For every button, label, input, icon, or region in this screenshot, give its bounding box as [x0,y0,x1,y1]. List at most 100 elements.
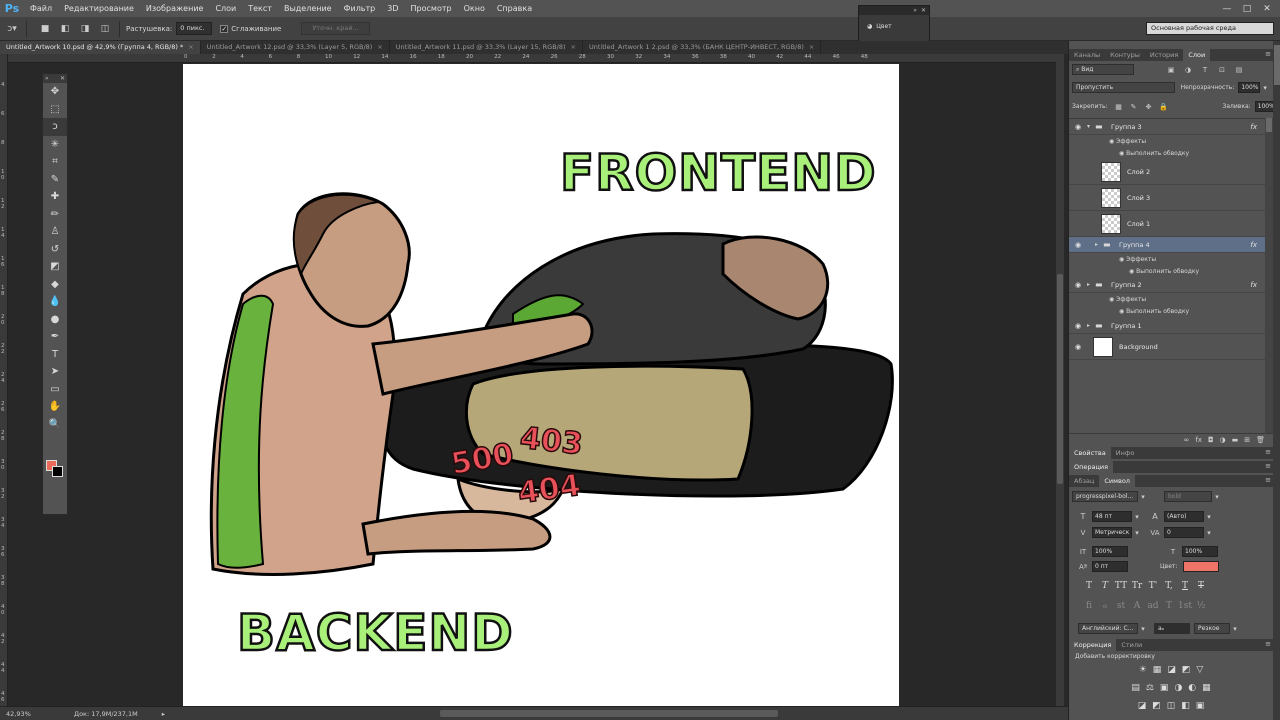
panel-menu-icon[interactable]: ≡ [1265,640,1271,648]
threshold-icon[interactable]: ◫ [1167,701,1176,711]
canvas-area[interactable]: FRONTEND BACKEND 500 403 404 [9,64,1056,706]
close-icon[interactable]: ✕ [60,74,65,83]
background-color-swatch[interactable] [52,466,63,477]
close-icon[interactable]: × [188,43,193,51]
curves-icon[interactable]: ◪ [1167,665,1176,675]
effects-row[interactable]: ◉ Эффекты [1069,253,1265,265]
move-tool[interactable]: ✥ [43,83,67,101]
effect-eye-icon[interactable]: ◉ [1129,268,1136,275]
font-family-select[interactable]: progresspixel-bol... [1072,491,1138,502]
effect-eye-icon[interactable]: ◉ [1119,308,1126,315]
strikethrough-button[interactable]: T [1193,581,1209,591]
layer-row-group-1[interactable]: ◉ ▸ ▬ Группа 1 [1069,318,1265,334]
superscript-button[interactable]: T' [1145,581,1161,591]
feather-input[interactable]: 0 пикс. [176,22,213,35]
underline-button[interactable]: T [1177,581,1193,591]
fractions-button[interactable]: ½ [1193,601,1209,611]
layer-row-layer-2[interactable]: ◉ Слой 2 [1069,159,1265,185]
tab-info[interactable]: Инфо [1111,447,1140,459]
new-layer-icon[interactable]: ⊞ [1244,436,1250,444]
stroke-effect-row[interactable]: ◉ Выполнить обводку [1069,147,1265,159]
tracking-input[interactable]: 0 [1164,527,1204,538]
menu-layers[interactable]: Слои [209,4,242,13]
chevron-down-icon[interactable]: ▾ [1132,512,1142,522]
link-layers-icon[interactable]: ∞ [1184,436,1190,444]
discretionary-ligatures-button[interactable]: st [1113,601,1129,611]
color-panel-button[interactable]: ◕ Цвет [859,15,929,38]
selective-color-icon[interactable]: ▣ [1196,701,1205,711]
new-selection-icon[interactable]: ■ [37,21,53,37]
all-caps-button[interactable]: TT [1113,581,1129,591]
menu-filter[interactable]: Фильтр [338,4,382,13]
maximize-button[interactable]: □ [1240,4,1254,14]
visibility-eye-icon[interactable]: ◉ [1069,168,1087,176]
text-color-swatch[interactable] [1183,561,1220,572]
brightness-icon[interactable]: ☀ [1139,665,1147,675]
path-selection-tool[interactable]: ➤ [43,363,67,381]
close-icon[interactable]: ✕ [921,6,926,15]
add-mask-icon[interactable]: ◘ [1208,436,1214,444]
chevron-down-icon[interactable]: ▾ [1132,528,1142,538]
blur-tool[interactable]: 💧 [43,293,67,311]
effect-eye-icon[interactable]: ◉ [1119,150,1126,157]
menu-file[interactable]: Файл [24,4,58,13]
visibility-eye-icon[interactable]: ◉ [1069,281,1087,289]
new-group-icon[interactable]: ▬ [1232,436,1239,444]
lasso-tool[interactable]: ↄ [43,118,67,136]
visibility-eye-icon[interactable]: ◉ [1069,343,1087,351]
close-icon[interactable]: × [809,43,814,51]
collapse-icon[interactable]: » [45,74,49,83]
adjustment-layer-icon[interactable]: ◑ [1220,436,1226,444]
layer-row-layer-3[interactable]: ◉ Слой 3 [1069,185,1265,211]
titling-button[interactable]: T [1161,601,1177,611]
visibility-eye-icon[interactable]: ◉ [1069,322,1087,330]
type-tool[interactable]: T [43,346,67,364]
intersect-selection-icon[interactable]: ◫ [97,21,113,37]
antialias-checkbox[interactable]: ✓ [220,24,229,33]
menu-window[interactable]: Окно [458,4,491,13]
layer-row-layer-1[interactable]: ◉ Слой 1 [1069,211,1265,237]
history-brush-tool[interactable]: ↺ [43,241,67,259]
lock-pixels-icon[interactable]: ✎ [1129,102,1139,112]
effect-eye-icon[interactable]: ◉ [1119,256,1126,263]
document-canvas[interactable]: FRONTEND BACKEND 500 403 404 [183,64,899,706]
expand-triangle-icon[interactable]: ▸ [1087,281,1095,288]
swash-button[interactable]: A [1129,601,1145,611]
vertical-scale-input[interactable]: 100% [1092,546,1128,557]
chevron-down-icon[interactable]: ▾ [1138,492,1148,502]
expand-triangle-icon[interactable]: ▾ [1087,123,1095,130]
eraser-tool[interactable]: ◩ [43,258,67,276]
posterize-icon[interactable]: ◩ [1152,701,1161,711]
fx-add-icon[interactable]: fx [1195,436,1202,444]
lock-position-icon[interactable]: ✥ [1144,102,1154,112]
effects-row[interactable]: ◉ Эффекты [1069,135,1265,147]
tab-operation[interactable]: Операция [1069,461,1114,473]
trash-icon[interactable]: 🗑 [1256,436,1265,444]
color-balance-icon[interactable]: ⚖ [1146,683,1154,693]
effects-row[interactable]: ◉ Эффекты [1069,293,1265,305]
effect-eye-icon[interactable]: ◉ [1109,138,1116,145]
opacity-input[interactable]: 100% [1238,82,1261,93]
tab-paths[interactable]: Контуры [1105,49,1145,61]
panel-menu-icon[interactable]: ≡ [1265,448,1271,456]
menu-help[interactable]: Справка [491,4,538,13]
document-tab[interactable]: Untitled_Artwork 1 2.psd @ 33,3% (БАНК Ц… [583,41,822,54]
close-icon[interactable]: × [571,43,576,51]
tab-channels[interactable]: Каналы [1069,49,1105,61]
zoom-level[interactable]: 42,93% [0,710,50,718]
smart-object-filter-icon[interactable]: ▤ [1234,65,1244,75]
menu-type[interactable]: Текст [242,4,278,13]
tab-styles[interactable]: Стили [1116,639,1147,651]
horizontal-scrollbar-thumb[interactable] [440,710,778,717]
visibility-eye-icon[interactable]: ◉ [1069,194,1087,202]
stroke-effect-row[interactable]: ◉ Выполнить обводку [1069,305,1265,317]
shape-filter-icon[interactable]: ⊡ [1217,65,1227,75]
font-size-input[interactable]: 48 пт [1092,511,1132,522]
expand-triangle-icon[interactable]: ▸ [1095,241,1103,248]
zoom-tool[interactable]: 🔍 [43,416,67,434]
gradient-map-icon[interactable]: ◧ [1181,701,1190,711]
tab-character[interactable]: Символ [1099,475,1135,487]
magic-wand-tool[interactable]: ✳ [43,136,67,154]
layer-row-group-3[interactable]: ◉ ▾ ▬ Группа 3 fx [1069,119,1265,135]
black-white-icon[interactable]: ▣ [1160,683,1169,693]
